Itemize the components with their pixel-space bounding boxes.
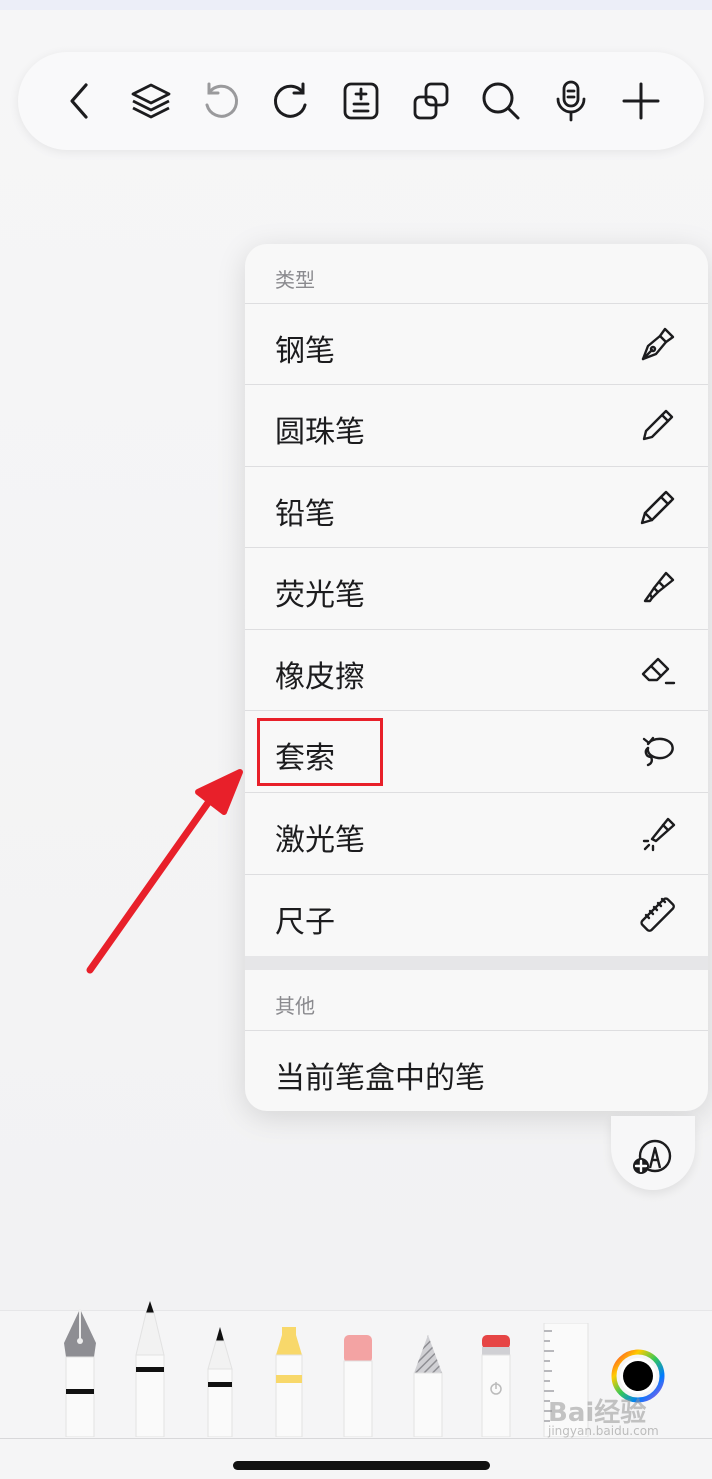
highlighter-tool[interactable] — [274, 1325, 304, 1437]
menu-item-ruler[interactable]: 尺子 — [245, 875, 708, 956]
status-strip — [0, 0, 712, 10]
highlighter-icon — [643, 571, 675, 603]
microphone-button[interactable] — [544, 74, 598, 128]
type-section-header: 类型 — [275, 268, 315, 292]
add-button[interactable] — [614, 74, 668, 128]
watermark-url: jingyan.baidu.com — [548, 1424, 659, 1438]
home-indicator[interactable] — [233, 1461, 490, 1470]
search-button[interactable] — [474, 74, 528, 128]
menu-item-fountain-pen[interactable]: 钢笔 — [245, 304, 708, 385]
ruler-icon — [640, 897, 675, 932]
menu-item-laser-pointer[interactable]: 激光笔 — [245, 793, 708, 874]
menu-item-ballpoint-pen[interactable]: 圆珠笔 — [245, 385, 708, 466]
copy-icon — [413, 82, 449, 120]
laser-pointer-tool[interactable] — [480, 1333, 512, 1437]
ballpoint-pen-icon — [642, 409, 674, 441]
layers-icon — [131, 83, 171, 119]
menu-item-pencil[interactable]: 铅笔 — [245, 467, 708, 548]
lasso-icon — [642, 736, 674, 767]
menu-item-label: 铅笔 — [275, 497, 335, 532]
add-pen-icon — [633, 1139, 672, 1174]
redo-icon — [273, 82, 307, 118]
menu-item-current-pens[interactable]: 当前笔盒中的笔 — [245, 1031, 708, 1111]
layers-button[interactable] — [124, 74, 178, 128]
fountain-pen-icon — [641, 327, 675, 361]
menu-item-label: 激光笔 — [275, 823, 365, 858]
laser-pointer-icon — [642, 817, 676, 852]
eraser-tool[interactable] — [342, 1333, 374, 1437]
add-icon — [622, 82, 660, 120]
menu-item-highlighter[interactable]: 荧光笔 — [245, 548, 708, 629]
microphone-icon — [556, 80, 586, 122]
monoline-pen-tool[interactable] — [134, 1299, 166, 1437]
menu-item-eraser[interactable]: 橡皮擦 — [245, 630, 708, 711]
copy-button[interactable] — [404, 74, 458, 128]
pen-type-menu: 类型 钢笔 圆珠笔 铅笔 荧光笔 橡皮擦 套索 激光笔 尺子 其他 当前笔盒中的… — [245, 244, 708, 1111]
menu-item-label: 钢笔 — [275, 334, 335, 369]
menu-item-label: 橡皮擦 — [275, 660, 365, 695]
back-icon — [70, 83, 88, 119]
redo-button[interactable] — [264, 74, 318, 128]
page-format-icon — [343, 82, 379, 120]
menu-item-label: 当前笔盒中的笔 — [275, 1061, 485, 1096]
undo-button[interactable] — [194, 74, 248, 128]
back-button[interactable] — [54, 74, 108, 128]
search-icon — [482, 82, 520, 120]
fountain-pen-tool[interactable] — [60, 1307, 100, 1437]
top-toolbar — [18, 52, 704, 150]
menu-item-label: 尺子 — [275, 905, 335, 940]
lasso-tool[interactable] — [412, 1333, 444, 1437]
lasso-highlight-box — [257, 718, 383, 786]
section-separator — [245, 956, 708, 970]
page-format-button[interactable] — [334, 74, 388, 128]
undo-icon — [205, 82, 239, 118]
divider — [0, 1438, 712, 1439]
eraser-icon — [641, 657, 676, 685]
menu-item-label: 荧光笔 — [275, 578, 365, 613]
other-section-header: 其他 — [275, 994, 315, 1018]
pen-tool[interactable] — [204, 1325, 236, 1437]
menu-item-label: 圆珠笔 — [275, 415, 365, 450]
pencil-icon — [640, 490, 675, 525]
